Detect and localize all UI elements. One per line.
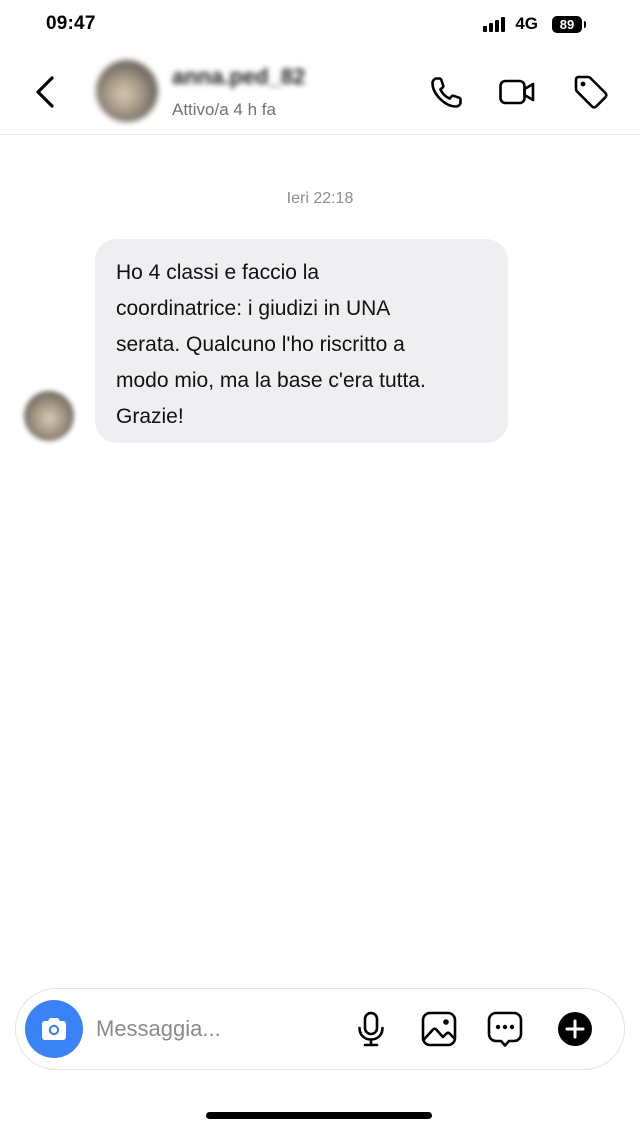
video-camera-icon (499, 79, 535, 105)
video-call-button[interactable] (497, 72, 537, 112)
message-timestamp: Ieri 22:18 (286, 190, 354, 207)
back-chevron-icon (36, 76, 54, 108)
audio-call-button[interactable] (427, 72, 467, 112)
network-type: 4G (515, 14, 538, 33)
sticker-icon (487, 1011, 523, 1047)
phone-icon (431, 77, 462, 108)
plus-icon (558, 1012, 592, 1046)
tag-icon (574, 75, 608, 109)
back-button[interactable] (26, 72, 66, 112)
tag-button[interactable] (571, 72, 611, 112)
image-icon (421, 1011, 457, 1047)
signal-icon (483, 16, 506, 32)
received-message-bubble[interactable]: Ho 4 classi e faccio la coordinatrice: i… (95, 239, 508, 443)
contact-avatar[interactable] (96, 60, 158, 122)
sender-avatar[interactable] (24, 391, 74, 441)
microphone-icon (358, 1011, 384, 1047)
camera-button[interactable] (25, 1000, 83, 1058)
chat-header: anna.ped_82 Attivo/a 4 h fa (0, 50, 640, 135)
status-time: 09:47 (46, 13, 96, 34)
home-indicator[interactable] (206, 1112, 432, 1119)
contact-name[interactable]: anna.ped_82 (172, 64, 305, 90)
more-options-button[interactable] (555, 1009, 595, 1049)
message-composer (15, 988, 625, 1070)
status-indicators: 4G 89 (483, 14, 586, 34)
contact-activity-status: Attivo/a 4 h fa (172, 100, 276, 119)
message-input[interactable] (96, 1012, 336, 1046)
battery-icon: 89 (552, 15, 586, 33)
battery-level: 89 (559, 16, 575, 32)
chat-screen: 09:47 4G 89 anna.ped_82 Attivo/a 4 h fa (0, 0, 640, 1132)
status-bar: 09:47 4G 89 (0, 0, 640, 50)
gallery-button[interactable] (419, 1009, 459, 1049)
sticker-button[interactable] (485, 1009, 525, 1049)
camera-icon (42, 1018, 66, 1040)
voice-message-button[interactable] (351, 1009, 391, 1049)
